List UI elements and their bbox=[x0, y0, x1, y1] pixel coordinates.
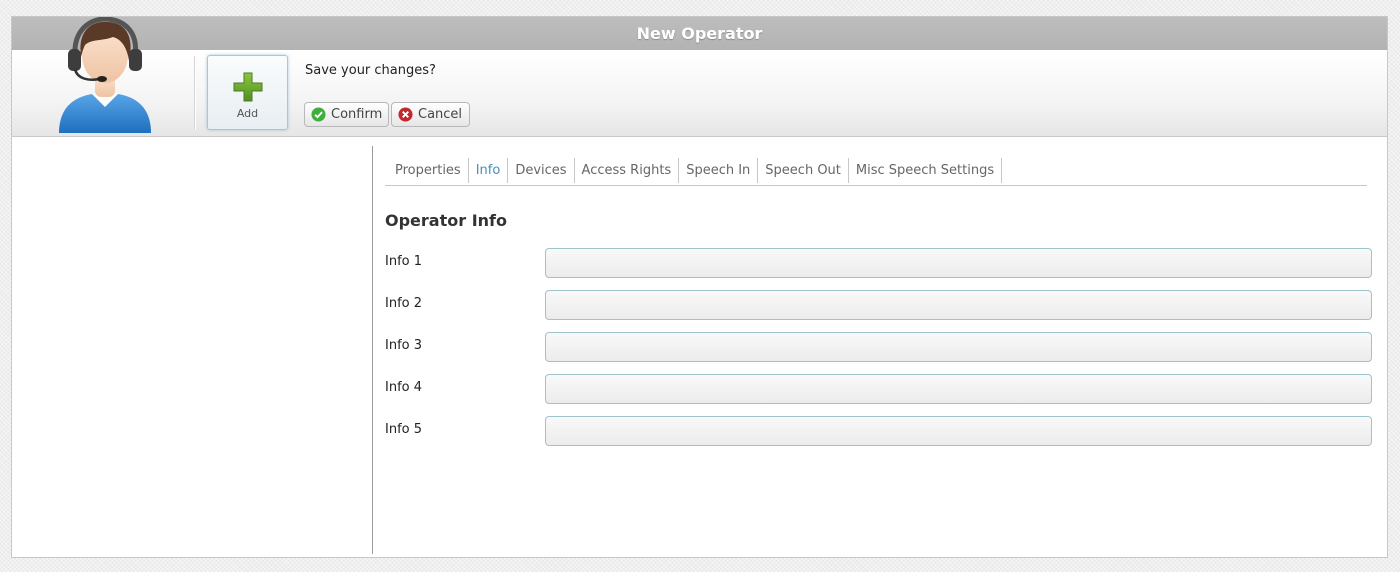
check-circle-icon bbox=[311, 107, 326, 122]
tab-devices[interactable]: Devices bbox=[508, 158, 575, 183]
form-row-info-2: Info 2 bbox=[385, 290, 1373, 320]
info-2-input[interactable] bbox=[545, 290, 1372, 320]
add-button-label: Add bbox=[236, 107, 259, 120]
field-label: Info 3 bbox=[385, 338, 423, 353]
dialog-title: New Operator bbox=[12, 17, 1387, 50]
confirm-button-label: Confirm bbox=[331, 107, 383, 122]
info-5-input[interactable] bbox=[545, 416, 1372, 446]
save-prompt: Save your changes? bbox=[305, 63, 436, 78]
toolbar: Add Save your changes? Confirm Cancel bbox=[12, 17, 1387, 137]
add-button[interactable]: Add bbox=[207, 55, 288, 130]
tab-info[interactable]: Info bbox=[469, 158, 509, 183]
section-title: Operator Info bbox=[385, 211, 507, 230]
tab-speech-in[interactable]: Speech In bbox=[679, 158, 759, 183]
tab-properties[interactable]: Properties bbox=[385, 158, 469, 183]
operator-avatar-icon bbox=[59, 17, 151, 133]
info-1-input[interactable] bbox=[545, 248, 1372, 278]
cancel-button-label: Cancel bbox=[418, 107, 463, 122]
toolbar-separator bbox=[194, 56, 195, 130]
confirm-button[interactable]: Confirm bbox=[304, 102, 389, 127]
content-area: Properties Info Devices Access Rights Sp… bbox=[12, 137, 1387, 557]
tab-misc-speech-settings[interactable]: Misc Speech Settings bbox=[849, 158, 1003, 183]
field-label: Info 4 bbox=[385, 380, 423, 395]
tab-speech-out[interactable]: Speech Out bbox=[758, 158, 849, 183]
tab-access-rights[interactable]: Access Rights bbox=[575, 158, 680, 183]
field-label: Info 2 bbox=[385, 296, 423, 311]
form-row-info-3: Info 3 bbox=[385, 332, 1373, 362]
info-3-input[interactable] bbox=[545, 332, 1372, 362]
panel-divider bbox=[372, 146, 373, 554]
field-label: Info 1 bbox=[385, 254, 423, 269]
plus-icon bbox=[233, 72, 263, 102]
operator-dialog: New Operator Add Save your changes? Conf… bbox=[11, 16, 1388, 558]
form-row-info-5: Info 5 bbox=[385, 416, 1373, 446]
form-row-info-4: Info 4 bbox=[385, 374, 1373, 404]
tab-bar: Properties Info Devices Access Rights Sp… bbox=[385, 158, 1367, 186]
info-4-input[interactable] bbox=[545, 374, 1372, 404]
cancel-button[interactable]: Cancel bbox=[391, 102, 470, 127]
x-circle-icon bbox=[398, 107, 413, 122]
field-label: Info 5 bbox=[385, 422, 423, 437]
form-row-info-1: Info 1 bbox=[385, 248, 1373, 278]
